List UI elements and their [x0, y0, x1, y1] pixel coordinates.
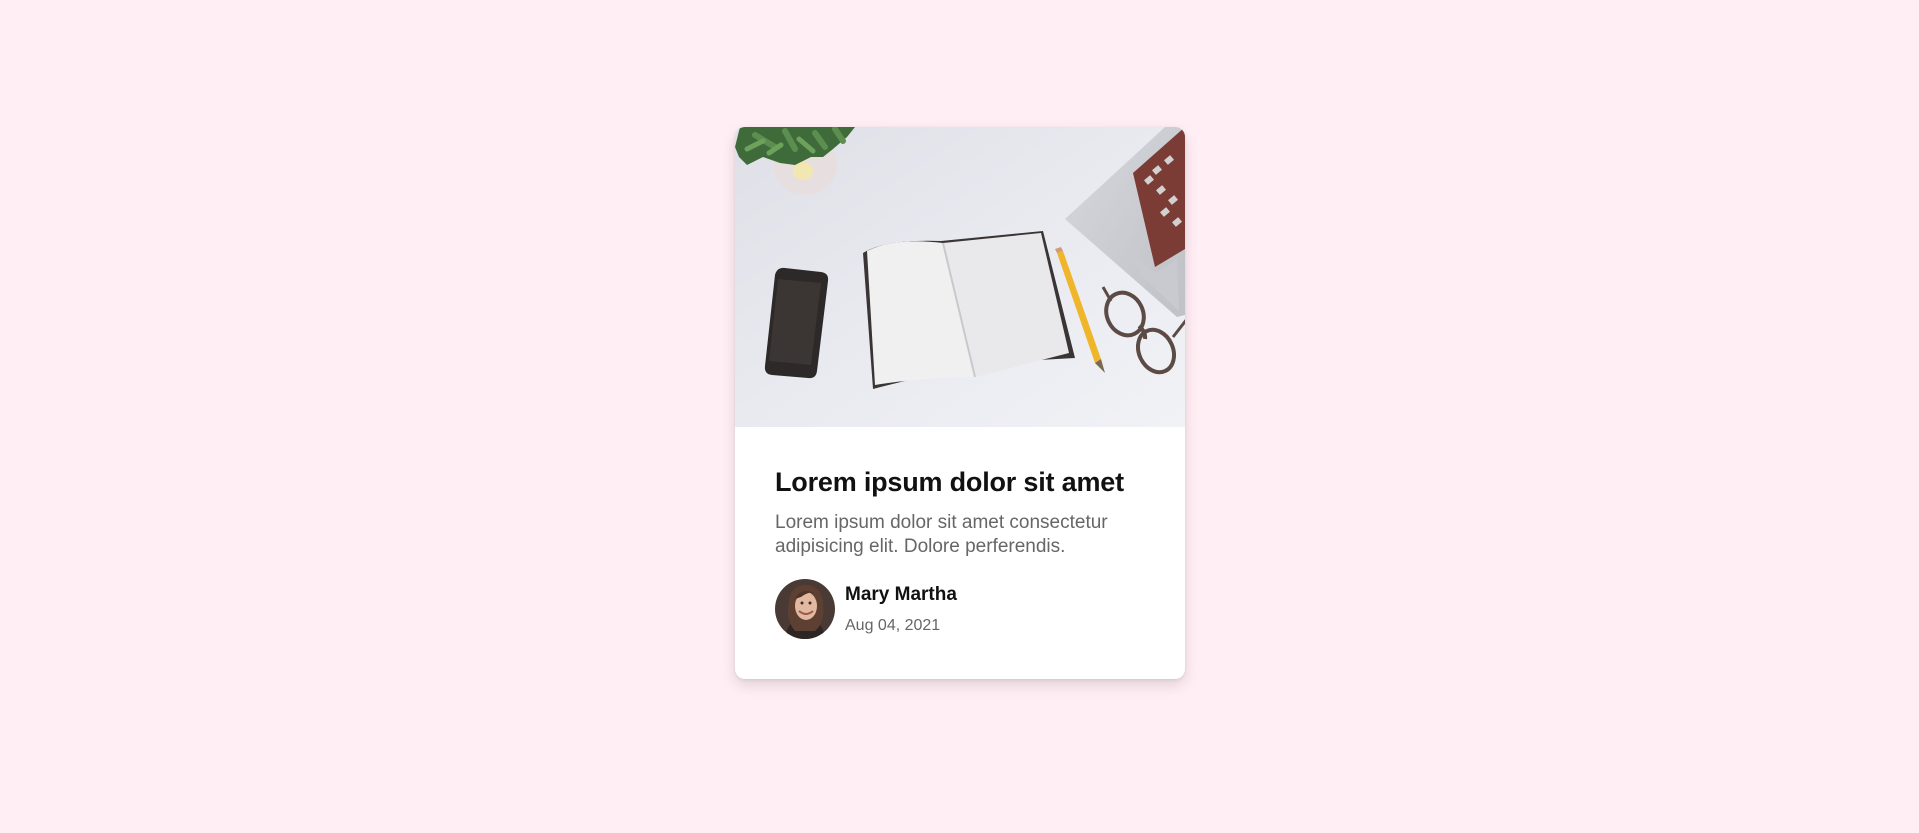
user-avatar-icon	[775, 579, 835, 639]
author-info: Mary Martha Aug 04, 2021	[845, 583, 957, 636]
card-image	[735, 127, 1185, 427]
page: Lorem ipsum dolor sit amet Lorem ipsum d…	[0, 0, 1919, 833]
avatar[interactable]	[775, 579, 835, 639]
card-body: Lorem ipsum dolor sit amet Lorem ipsum d…	[735, 427, 1185, 639]
post-date: Aug 04, 2021	[845, 616, 941, 634]
card-description: Lorem ipsum dolor sit amet consectetur a…	[775, 512, 1108, 557]
author-name[interactable]: Mary Martha	[845, 583, 957, 607]
author: Mary Martha Aug 04, 2021	[775, 579, 1145, 639]
blog-card[interactable]: Lorem ipsum dolor sit amet Lorem ipsum d…	[735, 127, 1185, 679]
card-title[interactable]: Lorem ipsum dolor sit amet	[775, 465, 1145, 499]
